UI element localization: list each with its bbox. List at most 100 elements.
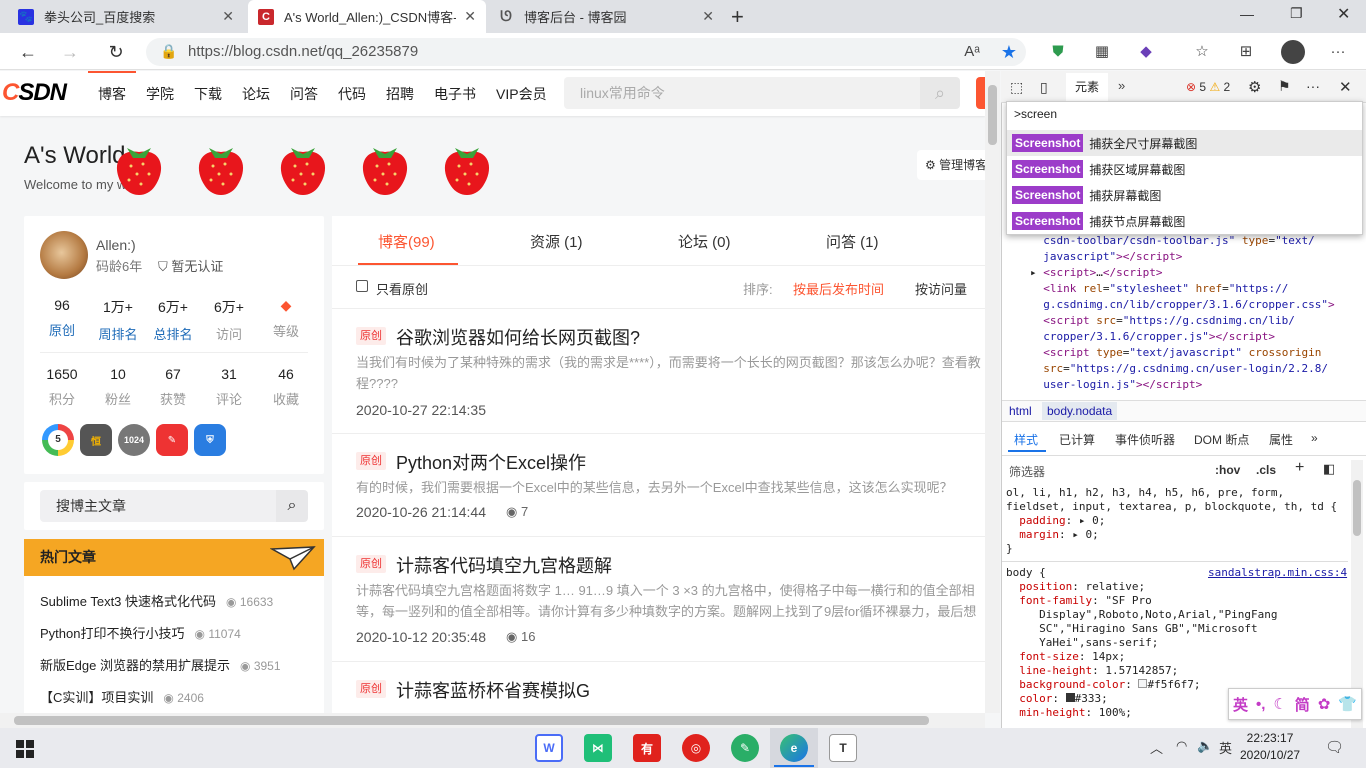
device-icon[interactable]: ▯ (1040, 79, 1048, 96)
tab-blog[interactable]: 博客(99) (378, 231, 435, 252)
restore-button[interactable]: ❐ (1290, 5, 1303, 22)
manage-blog-button[interactable]: ⚙ 管理博客 (917, 150, 985, 180)
typora-icon[interactable]: T (829, 734, 857, 762)
more-tabs-icon[interactable]: » (1311, 431, 1318, 445)
hot-article-item[interactable]: Python打印不换行小技巧 ◉ 11074 (40, 623, 241, 642)
lock-icon[interactable]: 🔒 (160, 43, 177, 60)
stat-original[interactable]: 96 原创 (34, 297, 90, 339)
inspect-icon[interactable]: ⬚ (1010, 79, 1023, 96)
more-tabs-icon[interactable]: » (1118, 78, 1125, 93)
adblock-extension-icon[interactable]: ⛊ (1046, 40, 1070, 64)
hov-toggle[interactable]: :hov (1215, 463, 1240, 477)
hot-article-item[interactable]: 【C实训】项目实训 ◉ 2406 (40, 687, 204, 706)
read-aloud-icon[interactable]: Aᵃ (960, 40, 984, 64)
window-close-button[interactable]: ✕ (1337, 4, 1350, 24)
article-desc[interactable]: 有的时候，我们需要根据一个Excel中的某些信息，去另外一个Excel中查找某些… (356, 477, 986, 498)
tab-computed[interactable]: 已计算 (1059, 431, 1095, 448)
article-title[interactable]: 计蒜客蓝桥杯省赛模拟G (396, 677, 590, 703)
edge-icon[interactable]: e (780, 734, 808, 762)
badge-five-year[interactable]: 5 (42, 424, 74, 456)
windows-start-icon[interactable] (16, 740, 34, 758)
nav-download[interactable]: 下载 (194, 84, 222, 104)
notification-icon[interactable]: 🗨 (1325, 738, 1344, 756)
command-input[interactable]: >screen (1014, 107, 1057, 121)
tab-styles[interactable]: 样式 (1014, 431, 1038, 448)
page-scrollbar-horizontal[interactable] (0, 713, 985, 728)
article-title[interactable]: 谷歌浏览器如何给长网页截图? (396, 324, 640, 350)
nav-ebooks[interactable]: 电子书 (434, 84, 476, 104)
collections-icon[interactable]: ⊞ (1234, 40, 1258, 64)
taskbar-clock[interactable]: 22:23:17 2020/10/27 (1240, 730, 1300, 764)
ime-indicator-icon[interactable]: 英 (1219, 738, 1232, 757)
feedback-icon[interactable]: ⚑ (1278, 78, 1291, 95)
close-icon[interactable]: ✕ (702, 8, 714, 25)
article-desc[interactable]: 当我们有时候为了某种特殊的需求（我的需求是****），而需要将一个长长的网页截图… (356, 352, 986, 394)
refresh-button[interactable]: ↻ (104, 40, 128, 64)
address-bar[interactable]: https://blog.csdn.net/qq_26235879 (146, 38, 1026, 66)
crumb-html[interactable]: html (1009, 404, 1032, 418)
new-tab-button[interactable]: + (731, 4, 744, 30)
nav-academy[interactable]: 学院 (146, 84, 174, 104)
badge-persistence[interactable]: 恒 (80, 424, 112, 456)
network-icon[interactable]: ◠ (1176, 738, 1187, 754)
style-rules[interactable]: ol, li, h1, h2, h3, h4, h5, h6, pre, for… (1006, 486, 1337, 556)
close-icon[interactable]: ✕ (222, 8, 234, 25)
chevron-up-icon[interactable]: ︿ (1150, 738, 1163, 757)
nav-code[interactable]: 代码 (338, 84, 366, 104)
forward-button[interactable]: → (58, 40, 82, 64)
favorite-star-icon[interactable]: ★ (997, 40, 1021, 64)
profile-name[interactable]: Allen:) (96, 237, 136, 253)
ime-toolbar[interactable]: 英 •, ☾ 简 ✿ 👕 (1228, 688, 1362, 720)
article-title[interactable]: Python对两个Excel操作 (396, 449, 586, 475)
article-desc[interactable]: 计蒜客代码填空九宫格题面将数字 1… 91…9 填入一个 3 ×3 的九宫格中，… (356, 580, 986, 622)
xmind-icon[interactable]: ⋈ (584, 734, 612, 762)
crumb-body[interactable]: body.nodata (1042, 402, 1118, 420)
nav-jobs[interactable]: 招聘 (386, 84, 414, 104)
youdao-icon[interactable]: 有 (633, 734, 661, 762)
collections-extension-icon[interactable]: ▦ (1090, 40, 1114, 64)
favorites-icon[interactable]: ☆ (1190, 40, 1214, 64)
new-rule-icon[interactable]: + (1295, 459, 1304, 477)
hot-article-item[interactable]: 新版Edge 浏览器的禁用扩展提示 ◉ 3951 (40, 655, 281, 674)
command-item[interactable]: Screenshot 捕获屏幕截图 (1012, 185, 1161, 205)
stat-week-rank[interactable]: 1万+ 周排名 (90, 297, 146, 343)
styles-filter[interactable]: 筛选器 (1009, 463, 1045, 480)
tab-qa[interactable]: 问答 (1) (826, 231, 879, 252)
tab-csdn[interactable]: C A's World_Allen:)_CSDN博客-刷题 ✕ (248, 0, 486, 33)
csdn-search-input[interactable]: linux常用命令 (564, 77, 956, 109)
avatar[interactable] (40, 231, 88, 279)
gear-icon[interactable]: ⚙ (1248, 78, 1261, 96)
only-original-checkbox[interactable] (356, 280, 368, 292)
tab-baidu[interactable]: 🐾 拳头公司_百度搜索 ✕ (8, 0, 244, 33)
tab-resources[interactable]: 资源 (1) (530, 231, 583, 252)
error-count[interactable]: ⊗ 5 ⚠ 2 (1186, 80, 1230, 94)
sidebar-search-input[interactable]: 搜博主文章 (40, 490, 276, 522)
badge-1024[interactable]: 1024 (118, 424, 150, 456)
stat-level[interactable]: ◆ 等级 (258, 297, 314, 340)
command-item[interactable]: Screenshot 捕获节点屏幕截图 (1012, 211, 1185, 231)
pen-badge-icon[interactable]: ✎ (156, 424, 188, 456)
css-source-link[interactable]: sandalstrap.min.css:4 (1208, 566, 1347, 579)
tab-dom-breakpoints[interactable]: DOM 断点 (1194, 431, 1249, 448)
minimize-button[interactable]: — (1240, 6, 1254, 22)
netease-music-icon[interactable]: ◎ (682, 734, 710, 762)
shield-extension-icon[interactable]: ◆ (1134, 40, 1158, 64)
tab-event-listeners[interactable]: 事件侦听器 (1115, 431, 1175, 448)
hot-article-item[interactable]: Sublime Text3 快速格式化代码 ◉ 16633 (40, 591, 273, 610)
tab-elements[interactable]: 元素 (1066, 73, 1108, 101)
close-icon[interactable]: ✕ (464, 8, 476, 25)
cls-toggle[interactable]: .cls (1256, 463, 1276, 477)
evernote-icon[interactable]: ✎ (731, 734, 759, 762)
csdn-logo[interactable]: CSDN (2, 79, 67, 107)
sidebar-toggle-icon[interactable]: ◧ (1323, 461, 1335, 477)
profile-avatar[interactable] (1281, 40, 1305, 64)
stat-total-rank[interactable]: 6万+ 总排名 (145, 297, 201, 343)
nav-forum[interactable]: 论坛 (242, 84, 270, 104)
command-item[interactable]: Screenshot 捕获全尺寸屏幕截图 (1012, 133, 1197, 153)
devtools-close-icon[interactable]: ✕ (1339, 78, 1352, 96)
nav-qa[interactable]: 问答 (290, 84, 318, 104)
volume-icon[interactable]: 🔈 (1197, 738, 1213, 754)
tab-cnblogs[interactable]: ᘎ 博客后台 - 博客园 ✕ (488, 0, 724, 33)
publish-button[interactable] (976, 77, 985, 109)
page-scrollbar-vertical[interactable] (985, 71, 1000, 713)
